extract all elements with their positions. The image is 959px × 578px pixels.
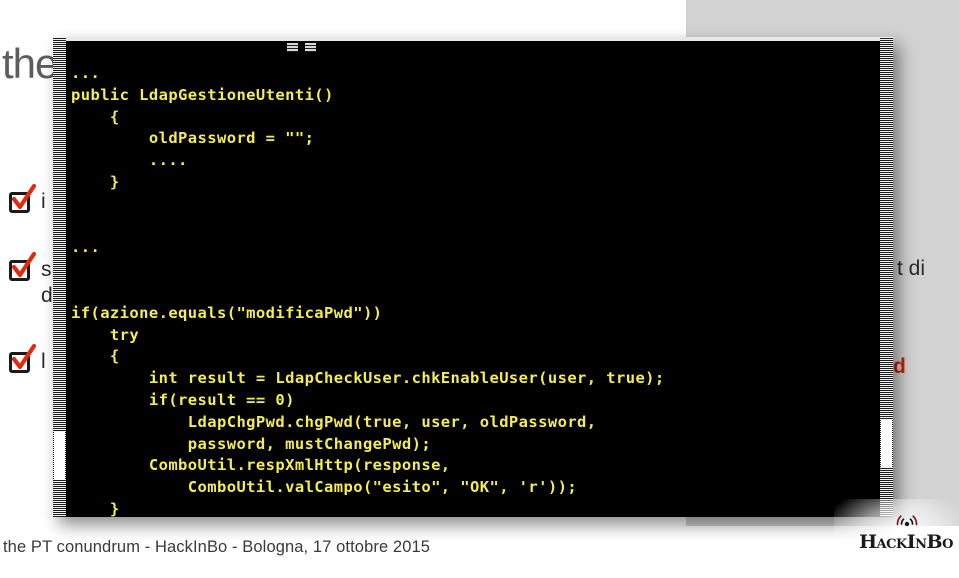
slide-footer: the PT conundrum - HackInBo - Bologna, 1… (3, 538, 431, 556)
logo-letters-ack: ACK (876, 537, 908, 552)
window-menu-glyph-icon[interactable] (305, 43, 316, 52)
list-item-subtext: d (41, 284, 53, 307)
code-content-area[interactable]: ... public LdapGestioneUtenti() { oldPas… (66, 59, 880, 517)
check-mark-icon (11, 184, 36, 210)
left-scrollbar[interactable] (53, 37, 66, 517)
checked-checkbox-icon (8, 252, 36, 283)
logo-letter-i: I (906, 531, 916, 553)
text-fragment: d (893, 355, 906, 378)
logo-letter-o: O (942, 537, 953, 552)
list-item-label: i (41, 190, 46, 213)
hackinbo-logo: HACKINBO (834, 499, 959, 578)
window-titlebar[interactable] (53, 37, 893, 59)
check-mark-icon (11, 252, 36, 278)
window-menu-glyph-icon[interactable] (287, 43, 298, 52)
list-item: l (8, 344, 46, 376)
logo-wordmark: HACKINBO (856, 531, 956, 553)
right-scrollbar-thumb[interactable] (881, 419, 892, 467)
list-item-label: s (41, 258, 52, 281)
list-item-label: l (41, 350, 46, 373)
list-item: s d (8, 252, 53, 307)
logo-letter-b: B (926, 531, 943, 553)
checked-checkbox-icon (8, 344, 36, 375)
logo-letter-n: N (915, 537, 927, 552)
source-code-text: ... public LdapGestioneUtenti() { oldPas… (71, 64, 665, 517)
slide-heading-word: the (2, 40, 58, 87)
window-control-group[interactable] (287, 43, 316, 52)
titlebar-strip (53, 37, 893, 41)
right-scrollbar[interactable] (880, 37, 893, 517)
list-item: i (8, 184, 46, 216)
logo-letter-h: H (859, 531, 877, 553)
text-fragment: t di (897, 257, 926, 280)
left-scrollbar-thumb[interactable] (54, 432, 65, 480)
check-mark-icon (11, 344, 36, 370)
presentation-slide: the i s d l t di d ... public LdapGestio… (0, 0, 959, 578)
wifi-signal-icon (896, 515, 918, 527)
checked-checkbox-icon (8, 184, 36, 215)
code-editor-window[interactable]: ... public LdapGestioneUtenti() { oldPas… (53, 37, 893, 517)
